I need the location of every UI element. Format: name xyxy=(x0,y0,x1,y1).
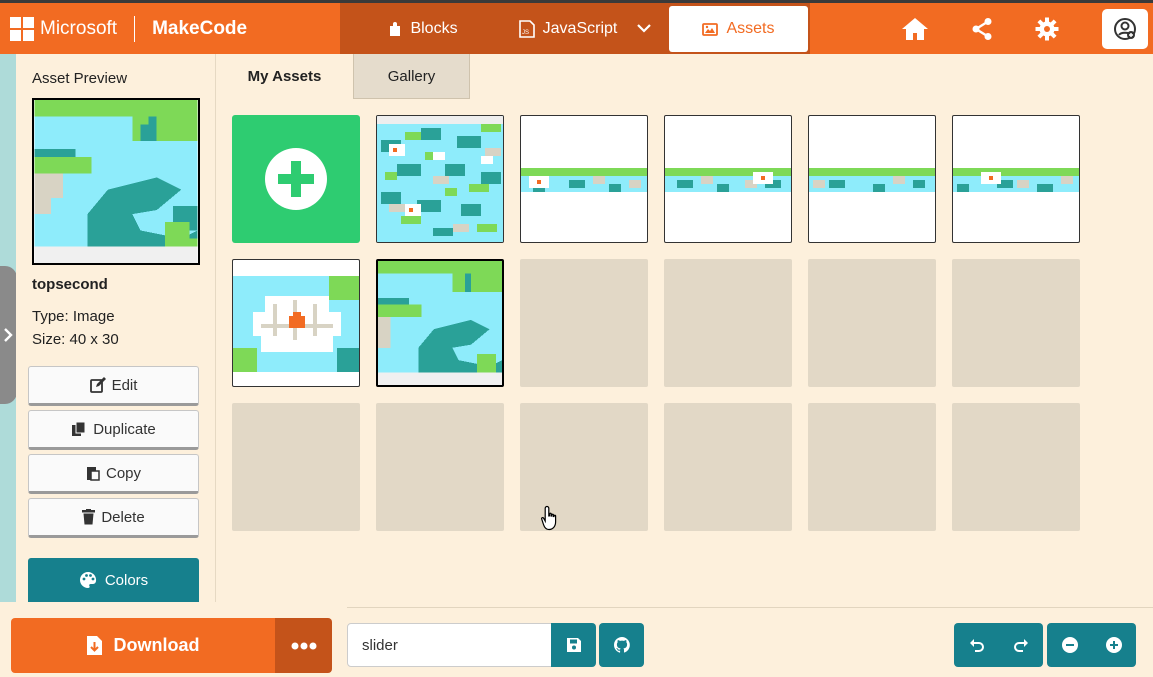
chevron-down-icon xyxy=(637,24,651,33)
asset-tile[interactable] xyxy=(520,115,648,243)
empty-slot xyxy=(520,403,648,531)
add-asset-button[interactable] xyxy=(232,115,360,243)
download-label: Download xyxy=(113,635,200,655)
empty-slot xyxy=(664,403,792,531)
chevron-right-icon xyxy=(4,328,13,342)
sidebar-toggle[interactable] xyxy=(0,266,17,404)
download-file-icon xyxy=(86,636,102,655)
tab-blocks-label: Blocks xyxy=(410,19,458,37)
asset-tile[interactable] xyxy=(232,259,360,387)
copy-button[interactable]: Copy xyxy=(28,454,199,494)
redo-button[interactable] xyxy=(998,623,1043,667)
delete-button[interactable]: Delete xyxy=(28,498,199,538)
puzzle-icon xyxy=(390,21,401,36)
tab-my-assets[interactable]: My Assets xyxy=(216,54,353,99)
tab-assets-label: Assets xyxy=(726,20,775,37)
download-button[interactable]: Download xyxy=(11,618,275,673)
duplicate-button[interactable]: Duplicate xyxy=(28,410,199,450)
user-avatar-icon xyxy=(1114,18,1136,40)
microsoft-logo-icon xyxy=(10,16,34,41)
settings-button[interactable] xyxy=(1027,3,1067,54)
duplicate-icon xyxy=(72,421,86,436)
redo-icon xyxy=(1013,639,1028,652)
svg-text:JS: JS xyxy=(522,30,529,36)
tab-javascript[interactable]: JS JavaScript xyxy=(506,3,630,54)
empty-slot xyxy=(376,403,504,531)
brand-product: MakeCode xyxy=(152,17,248,39)
brand-company: Microsoft xyxy=(40,17,118,39)
clipboard-icon xyxy=(86,467,100,481)
save-button[interactable] xyxy=(551,623,596,667)
undo-button[interactable] xyxy=(954,623,999,667)
github-icon xyxy=(613,637,630,653)
project-name-input[interactable] xyxy=(347,623,552,667)
plus-circle-icon xyxy=(265,148,327,210)
save-icon xyxy=(566,638,581,652)
empty-slot xyxy=(520,259,648,387)
footer-divider xyxy=(347,607,1153,608)
colors-label: Colors xyxy=(104,571,149,589)
hand-pointer-icon xyxy=(541,505,557,531)
empty-slot xyxy=(232,403,360,531)
asset-name: topsecond xyxy=(32,276,108,293)
zoom-out-icon xyxy=(1061,637,1078,653)
share-button[interactable] xyxy=(962,3,1002,54)
empty-slot xyxy=(664,259,792,387)
brand[interactable]: Microsoft MakeCode xyxy=(10,3,247,54)
asset-tile[interactable] xyxy=(376,115,504,243)
app-header: Microsoft MakeCode Blocks JS JavaScript … xyxy=(0,0,1153,54)
home-button[interactable] xyxy=(895,3,935,54)
asset-size: Size: 40 x 30 xyxy=(32,331,119,348)
image-icon xyxy=(702,22,719,36)
colors-button[interactable]: Colors xyxy=(28,558,199,602)
home-icon xyxy=(902,17,928,40)
asset-tabs: My Assets Gallery xyxy=(216,54,470,99)
undo-icon xyxy=(969,639,984,652)
share-icon xyxy=(972,17,992,40)
asset-preview-image xyxy=(32,98,200,265)
delete-label: Delete xyxy=(101,508,145,526)
zoom-in-icon xyxy=(1105,637,1122,653)
empty-slot xyxy=(808,403,936,531)
tab-javascript-label: JavaScript xyxy=(542,19,618,37)
tab-gallery[interactable]: Gallery xyxy=(353,54,470,99)
edit-button[interactable]: Edit xyxy=(28,366,199,406)
empty-slot xyxy=(952,259,1080,387)
js-file-icon: JS xyxy=(518,19,535,38)
ellipsis-icon xyxy=(291,642,316,649)
asset-tile[interactable] xyxy=(808,115,936,243)
language-dropdown[interactable] xyxy=(630,3,666,54)
asset-tile[interactable] xyxy=(952,115,1080,243)
empty-slot xyxy=(952,403,1080,531)
tab-assets[interactable]: Assets xyxy=(669,6,808,52)
asset-tile[interactable] xyxy=(664,115,792,243)
asset-tile-selected[interactable] xyxy=(376,259,504,387)
empty-slot xyxy=(808,259,936,387)
brand-divider xyxy=(134,15,136,42)
editor-tabs: Blocks JS JavaScript Assets xyxy=(340,3,810,54)
tab-blocks[interactable]: Blocks xyxy=(340,3,506,54)
gear-icon xyxy=(1035,17,1059,40)
asset-grid xyxy=(232,115,1080,531)
edit-label: Edit xyxy=(111,376,138,394)
trash-icon xyxy=(82,509,96,525)
github-button[interactable] xyxy=(599,623,644,667)
edit-icon xyxy=(89,377,106,393)
zoom-out-button[interactable] xyxy=(1047,623,1092,667)
palette-icon xyxy=(79,571,96,588)
duplicate-label: Duplicate xyxy=(93,420,156,438)
asset-preview-title: Asset Preview xyxy=(32,70,128,87)
zoom-in-button[interactable] xyxy=(1091,623,1136,667)
copy-label: Copy xyxy=(105,464,142,482)
asset-sidebar: Asset Preview topsecond Type: Image Size… xyxy=(16,54,216,602)
more-options-button[interactable] xyxy=(275,618,332,673)
asset-type: Type: Image xyxy=(32,308,115,325)
user-menu-button[interactable] xyxy=(1102,9,1148,49)
